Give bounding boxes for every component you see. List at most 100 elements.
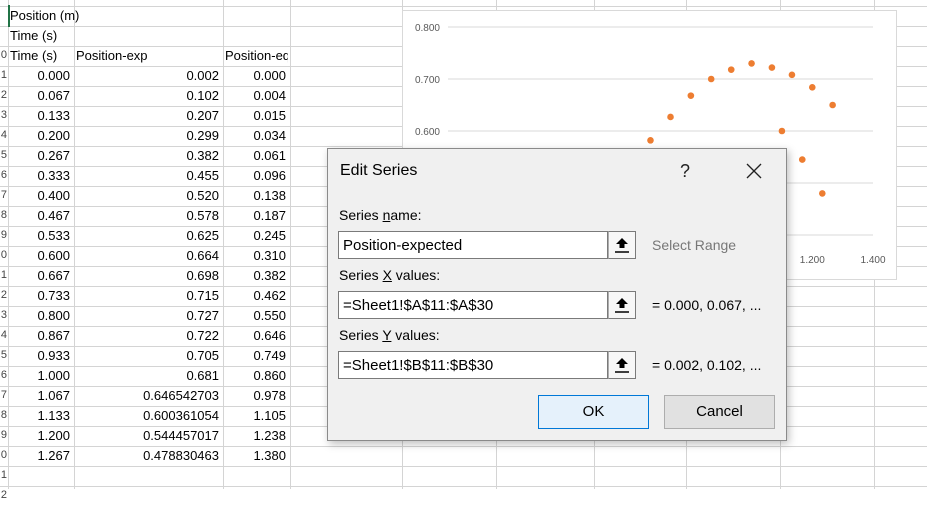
row-number: 0 (0, 449, 7, 461)
y-tick-label: 0.700 (415, 75, 440, 86)
data-point[interactable] (768, 64, 776, 71)
cell[interactable]: 0.382 (225, 266, 286, 285)
cell[interactable]: 0.187 (225, 206, 286, 225)
cell[interactable]: 0.299 (76, 126, 219, 145)
cell[interactable]: 0.207 (76, 106, 219, 125)
cell[interactable]: 1.133 (10, 406, 70, 425)
data-point[interactable] (808, 84, 816, 91)
dialog-title: Edit Series (340, 162, 418, 179)
cell[interactable]: 0.722 (76, 326, 219, 345)
cell[interactable]: Position-exp (76, 46, 221, 65)
series-name-collapse-button[interactable] (608, 231, 636, 259)
cell[interactable]: 0.245 (225, 226, 286, 245)
cell[interactable]: 0.646542703 (76, 386, 219, 405)
close-icon[interactable] (738, 157, 770, 185)
cell[interactable]: 0.544457017 (76, 426, 219, 445)
data-point[interactable] (819, 190, 826, 197)
ok-button[interactable]: OK (538, 395, 649, 429)
label-text: values: (391, 267, 441, 283)
cell[interactable]: 1.380 (225, 446, 286, 465)
cell[interactable]: 0.478830463 (76, 446, 219, 465)
cell[interactable]: 0.067 (10, 86, 70, 105)
row-number: 4 (0, 129, 7, 141)
cell[interactable]: 0.533 (10, 226, 70, 245)
cell[interactable]: 1.267 (10, 446, 70, 465)
cell[interactable]: 1.000 (10, 366, 70, 385)
cell[interactable]: 0.133 (10, 106, 70, 125)
cell[interactable]: 0.455 (76, 166, 219, 185)
cell[interactable]: 0.978 (225, 386, 286, 405)
cell[interactable]: 0.550 (225, 306, 286, 325)
cell[interactable]: 0.138 (225, 186, 286, 205)
cell[interactable]: 0.015 (225, 106, 286, 125)
cell[interactable]: 0.000 (10, 66, 70, 85)
data-point[interactable] (748, 60, 755, 67)
cell[interactable]: 1.067 (10, 386, 70, 405)
cell[interactable]: 0.749 (225, 346, 286, 365)
cell[interactable]: 0.102 (76, 86, 219, 105)
cell[interactable]: 0.600361054 (76, 406, 219, 425)
data-point[interactable] (778, 127, 786, 135)
cell[interactable]: 0.034 (225, 126, 286, 145)
series-x-input[interactable] (338, 291, 608, 319)
data-point[interactable] (727, 66, 735, 73)
cell[interactable]: 0.867 (10, 326, 70, 345)
cell[interactable]: 0.933 (10, 346, 70, 365)
cell[interactable]: 0.267 (10, 146, 70, 165)
cell[interactable]: 0.800 (10, 306, 70, 325)
cell[interactable]: 0.061 (225, 146, 286, 165)
cell[interactable]: 0.200 (10, 126, 70, 145)
row-number: 9 (0, 429, 7, 441)
cell[interactable]: 0.860 (225, 366, 286, 385)
cell[interactable]: 0.705 (76, 346, 219, 365)
series-name-input[interactable] (338, 231, 608, 259)
series-y-collapse-button[interactable] (608, 351, 636, 379)
cell[interactable]: 1.105 (225, 406, 286, 425)
cell[interactable]: 0.333 (10, 166, 70, 185)
cell[interactable]: 0.520 (76, 186, 219, 205)
collapse-dialog-icon (615, 238, 629, 253)
cell[interactable]: 0.733 (10, 286, 70, 305)
cell[interactable]: 0.462 (225, 286, 286, 305)
data-point[interactable] (667, 113, 674, 121)
cell[interactable]: 0.667 (10, 266, 70, 285)
cell[interactable]: 0.681 (76, 366, 219, 385)
cell[interactable]: 0.467 (10, 206, 70, 225)
cancel-button[interactable]: Cancel (664, 395, 775, 429)
label-text: Series (339, 327, 383, 343)
cell[interactable]: 0.664 (76, 246, 219, 265)
cell[interactable]: 0.600 (10, 246, 70, 265)
row-number: 4 (0, 329, 7, 341)
row-gridline (0, 486, 927, 487)
data-point[interactable] (829, 101, 836, 109)
cell[interactable]: Time (s) (10, 26, 210, 45)
row-number: 1 (0, 469, 7, 481)
data-point[interactable] (788, 71, 796, 79)
cell[interactable]: Position (m) (10, 6, 210, 25)
cell[interactable]: 0.096 (225, 166, 286, 185)
collapse-dialog-icon (615, 298, 629, 313)
data-point[interactable] (647, 137, 654, 144)
cell[interactable]: 0.578 (76, 206, 219, 225)
data-point[interactable] (707, 75, 715, 83)
series-y-input[interactable] (338, 351, 608, 379)
cell[interactable]: 0.400 (10, 186, 70, 205)
cell[interactable]: 0.715 (76, 286, 219, 305)
cell[interactable]: 1.200 (10, 426, 70, 445)
cell[interactable]: 0.000 (225, 66, 286, 85)
help-icon[interactable]: ? (673, 157, 697, 185)
cell[interactable]: 0.004 (225, 86, 286, 105)
cell[interactable]: 0.646 (225, 326, 286, 345)
cell[interactable]: 1.238 (225, 426, 286, 445)
cell[interactable]: 0.382 (76, 146, 219, 165)
cell[interactable]: 0.625 (76, 226, 219, 245)
cell[interactable]: 0.727 (76, 306, 219, 325)
cell[interactable]: 0.002 (76, 66, 219, 85)
cell[interactable]: Time (s) (10, 46, 72, 65)
data-point[interactable] (798, 156, 806, 163)
data-point[interactable] (687, 92, 695, 99)
cell[interactable]: 0.698 (76, 266, 219, 285)
cell[interactable]: Position-equation (225, 46, 288, 65)
series-x-collapse-button[interactable] (608, 291, 636, 319)
cell[interactable]: 0.310 (225, 246, 286, 265)
